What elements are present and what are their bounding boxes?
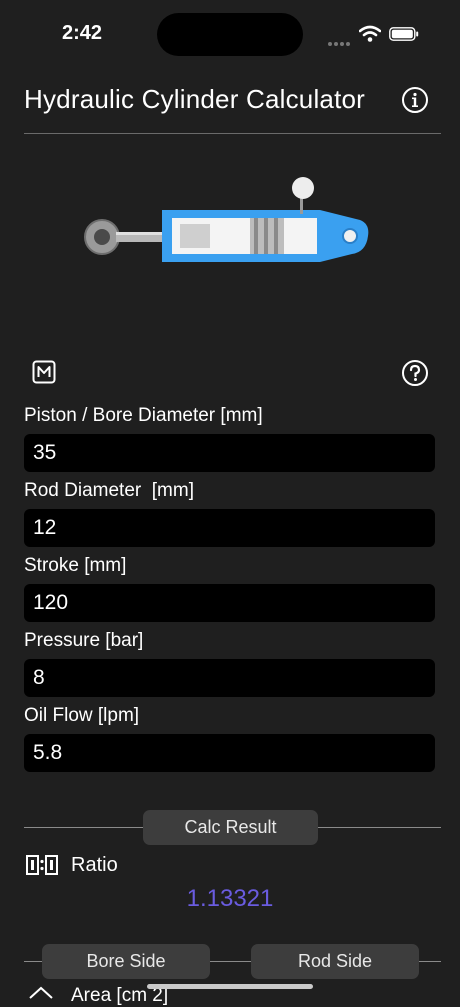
area-icon [29,986,53,999]
dynamic-island [157,13,303,56]
wifi-icon [359,25,381,42]
ratio-value: 1.13321 [186,885,274,912]
signal-dots-icon [328,33,352,46]
metric-toggle-icon[interactable] [32,360,56,384]
rod-diameter-label: Rod Diameter [mm] [24,480,194,501]
ratio-label: Ratio [71,854,118,876]
pressure-label: Pressure [bar] [24,630,144,651]
rod-side-button[interactable]: Rod Side [251,944,419,979]
page-title: Hydraulic Cylinder Calculator [24,84,366,114]
info-icon[interactable] [401,86,429,114]
bore-diameter-label: Piston / Bore Diameter [mm] [24,405,263,426]
home-indicator[interactable] [147,984,313,989]
oil-flow-input[interactable]: 5.8 [24,734,435,772]
rod-diameter-input[interactable]: 12 [24,509,435,547]
calc-result-button[interactable]: Calc Result [143,810,318,845]
bore-side-button[interactable]: Bore Side [42,944,210,979]
pressure-input[interactable]: 8 [24,659,435,697]
help-icon[interactable] [401,359,429,387]
status-time: 2:42 [62,22,103,44]
stroke-input[interactable]: 120 [24,584,435,622]
hydraulic-cylinder-illustration [84,177,369,262]
oil-flow-label: Oil Flow [lpm] [24,705,140,726]
battery-icon [389,27,419,41]
ratio-icon [26,855,58,875]
header-divider [24,133,441,134]
stroke-label: Stroke [mm] [24,555,127,576]
bore-diameter-input[interactable]: 35 [24,434,435,472]
